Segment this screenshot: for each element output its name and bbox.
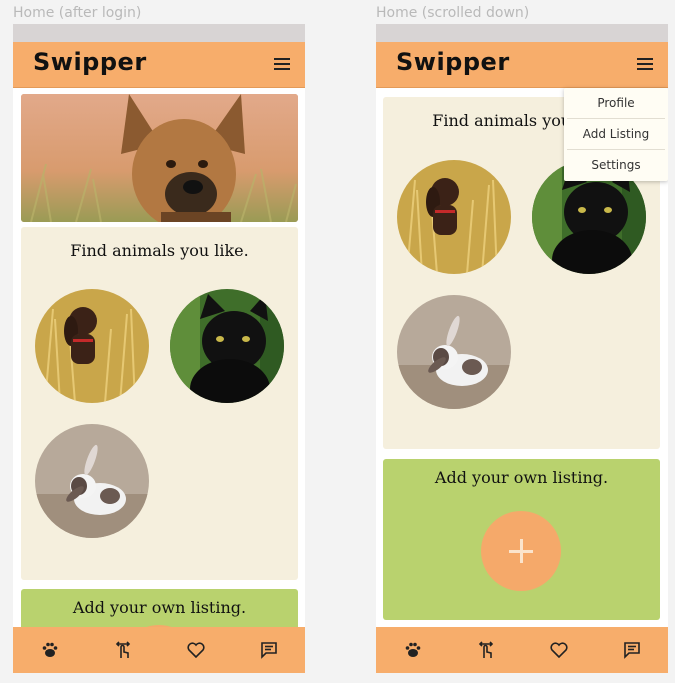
rabbit-photo[interactable] [397,295,511,409]
menu-item-profile[interactable]: Profile [567,88,665,119]
menu-item-settings[interactable]: Settings [567,150,665,181]
find-animals-title: Find animals you like. [70,241,249,260]
swipe-icon[interactable] [475,639,497,661]
swipe-icon[interactable] [112,639,134,661]
app-logo: Swipper [396,48,510,76]
bottom-nav [13,627,305,673]
add-listing-title: Add your own listing. [72,598,247,617]
paw-icon[interactable] [39,639,61,661]
phone-frame-home: Swipper Find animals you like. Add your … [13,24,305,673]
add-listing-title: Add your own listing. [434,468,609,487]
top-bar: Swipper [13,42,305,88]
heart-icon[interactable] [548,639,570,661]
status-bar [376,24,668,42]
add-listing-button[interactable] [481,511,561,591]
puppy-photo[interactable] [397,160,511,274]
status-bar [13,24,305,42]
bottom-nav [376,627,668,673]
hamburger-menu-icon[interactable] [274,58,290,70]
app-logo: Swipper [33,48,147,76]
find-animals-card: Find animals you like. [21,227,298,580]
heart-icon[interactable] [185,639,207,661]
hamburger-menu-icon[interactable] [637,58,653,70]
hero-dog-image [21,94,298,222]
puppy-photo[interactable] [35,289,149,403]
frame-label-home: Home (after login) [13,5,142,21]
black-cat-photo[interactable] [170,289,284,403]
frame-label-scrolled: Home (scrolled down) [376,5,530,21]
top-bar: Swipper [376,42,668,88]
hamburger-dropdown-menu: Profile Add Listing Settings [564,88,668,181]
paw-icon[interactable] [402,639,424,661]
chat-icon[interactable] [621,639,643,661]
rabbit-photo[interactable] [35,424,149,538]
phone-frame-scrolled: Swipper Find animals you like. Add your … [376,24,668,673]
menu-item-add-listing[interactable]: Add Listing [567,119,665,150]
chat-icon[interactable] [258,639,280,661]
add-listing-card: Add your own listing. [383,459,660,620]
